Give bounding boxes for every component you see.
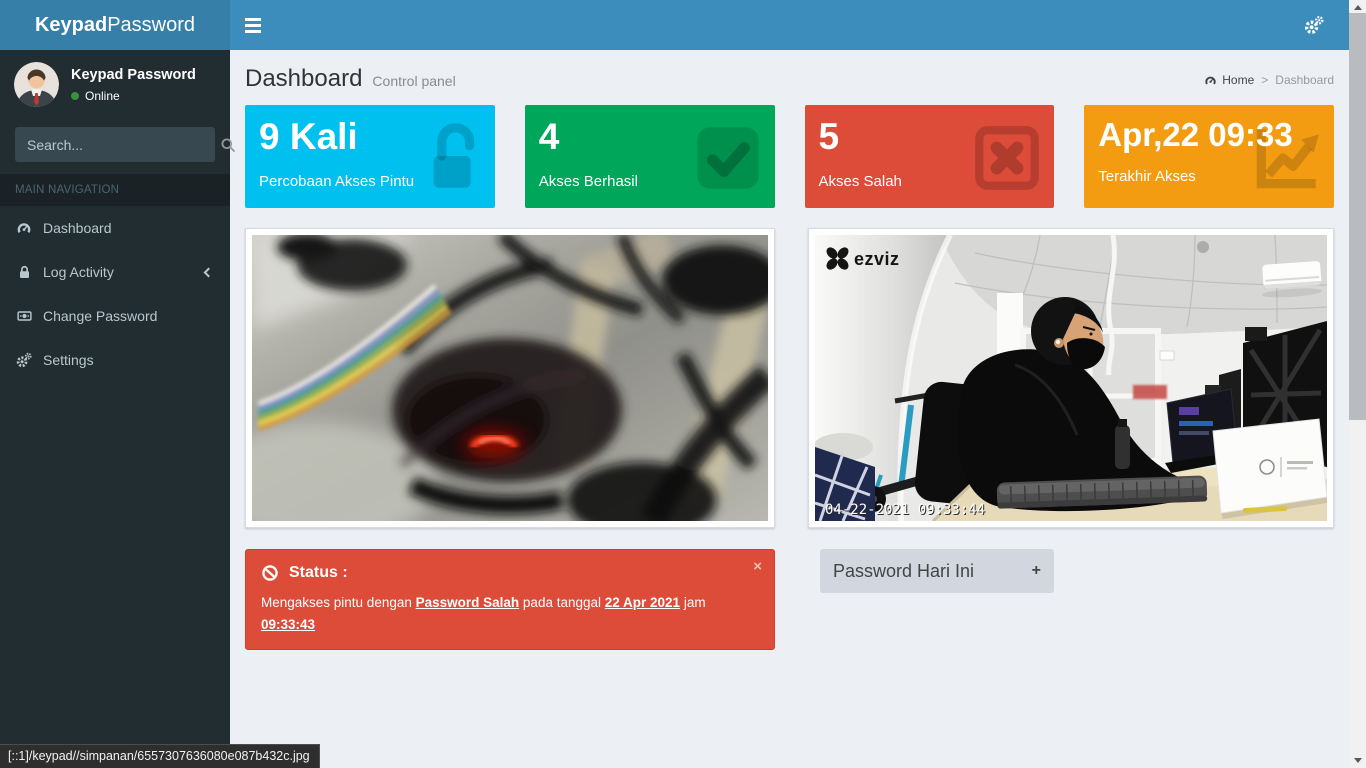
- stat-label: Akses Salah: [819, 173, 1041, 190]
- arrow-up-icon: [1354, 5, 1362, 10]
- bottom-row: Status : × Mengakses pintu dengan Passwo…: [230, 549, 1349, 650]
- sidebar-item-dashboard[interactable]: Dashboard: [0, 206, 230, 250]
- vertical-scrollbar[interactable]: [1349, 0, 1366, 768]
- user-name: Keypad Password: [71, 67, 196, 83]
- top-navbar: KeypadPassword: [0, 0, 1349, 50]
- breadcrumb-current: Dashboard: [1275, 73, 1334, 87]
- breadcrumb-separator: >: [1261, 73, 1268, 87]
- sidebar-item-label: Change Password: [43, 308, 157, 324]
- avatar: [14, 62, 59, 107]
- sidebar-item-label: Log Activity: [43, 264, 114, 280]
- ezviz-watermark-text: ezviz: [854, 249, 900, 269]
- online-dot-icon: [71, 92, 79, 100]
- panel-column: Password Hari Ini +: [808, 549, 1334, 593]
- sidebar-item-settings[interactable]: Settings: [0, 338, 230, 382]
- breadcrumb-home-label: Home: [1222, 73, 1254, 87]
- panel-title: Password Hari Ini: [833, 561, 974, 582]
- lock-icon: [15, 264, 33, 280]
- scrollbar-thumb[interactable]: [1349, 13, 1366, 420]
- stat-value: 9 Kali: [259, 116, 481, 159]
- brand-rest: Password: [107, 14, 195, 36]
- stat-value: Apr,22 09:33: [1098, 116, 1320, 154]
- status-tooltip: [::1]/keypad//simpanan/6557307636080e087…: [0, 744, 320, 768]
- close-icon[interactable]: ×: [753, 559, 762, 574]
- stat-box-terakhir-akses: Apr,22 09:33 Terakhir Akses: [1084, 105, 1334, 208]
- sidebar-item-label: Dashboard: [43, 220, 112, 236]
- arrow-down-icon: [1354, 758, 1362, 763]
- stat-value: 5: [819, 116, 1041, 159]
- sidebar-item-log-activity[interactable]: Log Activity: [0, 250, 230, 294]
- settings-gears-icon[interactable]: [1304, 0, 1324, 50]
- sidebar-menu: Dashboard Log Activity Change Password S…: [0, 206, 230, 382]
- status-alert: Status : × Mengakses pintu dengan Passwo…: [245, 549, 775, 650]
- stat-box-akses-salah: 5 Akses Salah: [805, 105, 1055, 208]
- gauge-icon: [1204, 74, 1217, 87]
- expand-plus-icon[interactable]: +: [1032, 562, 1041, 580]
- search-input[interactable]: [15, 127, 220, 162]
- door-device-photo: [252, 235, 768, 521]
- stat-label: Terakhir Akses: [1098, 168, 1320, 185]
- password-hari-ini-panel-header[interactable]: Password Hari Ini +: [820, 549, 1054, 593]
- camera-image-room-cctv[interactable]: ezviz 04-22-2021 09:33:44 04-22-2021 09:…: [808, 228, 1334, 528]
- room-cctv-photo: ezviz 04-22-2021 09:33:44 04-22-2021 09:…: [815, 235, 1327, 521]
- brand-logo[interactable]: KeypadPassword: [0, 0, 230, 50]
- breadcrumb: Home > Dashboard: [1204, 73, 1334, 87]
- alert-title: Status :: [289, 564, 348, 582]
- stat-value: 4: [539, 116, 761, 159]
- breadcrumb-home-link[interactable]: Home: [1204, 73, 1254, 87]
- page-title-text: Dashboard: [245, 65, 362, 93]
- stat-label: Akses Berhasil: [539, 173, 761, 190]
- main-content: Dashboard Control panel Home > Dashboard…: [230, 50, 1349, 768]
- stat-label: Percobaan Akses Pintu: [259, 173, 481, 190]
- search-icon: [220, 137, 236, 153]
- sidebar-item-change-password[interactable]: Change Password: [0, 294, 230, 338]
- nav-section-header: MAIN NAVIGATION: [0, 174, 230, 206]
- search-button[interactable]: [220, 127, 236, 162]
- sidebar-search: [15, 127, 215, 162]
- sidebar: Keypad Password Online MAIN NAVIGATION D…: [0, 50, 230, 768]
- ban-icon: [261, 564, 279, 582]
- stat-box-akses-berhasil: 4 Akses Berhasil: [525, 105, 775, 208]
- money-icon: [15, 308, 33, 324]
- sidebar-toggle-button[interactable]: [230, 0, 275, 50]
- cameras-row: ezviz 04-22-2021 09:33:44 04-22-2021 09:…: [230, 228, 1349, 528]
- gears-icon: [1304, 15, 1324, 35]
- gears-icon: [15, 352, 33, 368]
- user-panel: Keypad Password Online: [0, 50, 230, 119]
- gauge-icon: [15, 220, 33, 236]
- user-status-label: Online: [85, 89, 120, 103]
- alert-message: Mengakses pintu dengan Password Salah pa…: [261, 592, 759, 635]
- scroll-down-button[interactable]: [1349, 753, 1366, 768]
- stat-box-percobaan-akses: 9 Kali Percobaan Akses Pintu: [245, 105, 495, 208]
- user-status[interactable]: Online: [71, 89, 196, 103]
- chevron-left-icon: [204, 267, 214, 277]
- page-title: Dashboard Control panel: [245, 65, 1334, 93]
- sidebar-item-label: Settings: [43, 352, 94, 368]
- brand-bold: Keypad: [35, 14, 107, 36]
- camera-image-door-device[interactable]: [245, 228, 775, 528]
- stats-row: 9 Kali Percobaan Akses Pintu 4 Akses Ber…: [230, 105, 1349, 208]
- camera-timestamp: 04-22-2021 09:33:44: [825, 502, 985, 518]
- page-subtitle: Control panel: [372, 73, 455, 89]
